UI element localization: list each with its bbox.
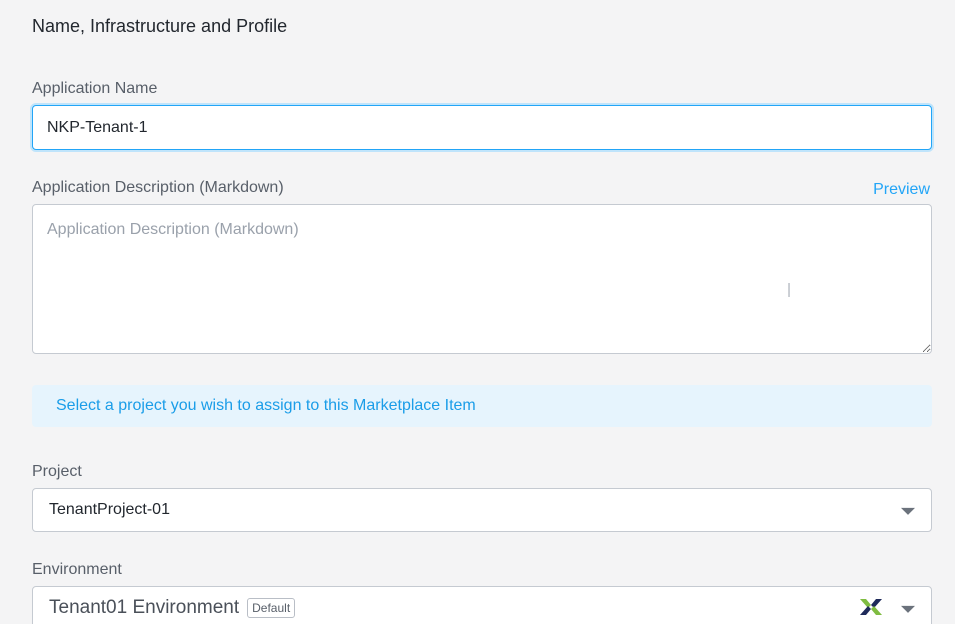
form-page: Name, Infrastructure and Profile Applica… (0, 0, 955, 624)
project-info-banner-text: Select a project you wish to assign to t… (56, 397, 476, 414)
preview-link[interactable]: Preview (873, 181, 930, 199)
chevron-down-icon (901, 605, 915, 613)
application-name-label: Application Name (32, 80, 158, 97)
application-description-textarea[interactable] (32, 204, 932, 354)
application-name-input[interactable] (32, 105, 932, 150)
environment-select[interactable]: Tenant01 Environment Default (32, 586, 932, 624)
environment-label: Environment (32, 561, 122, 578)
default-badge: Default (247, 598, 296, 618)
section-title: Name, Infrastructure and Profile (32, 16, 288, 36)
project-select-value: TenantProject-01 (49, 501, 170, 518)
application-description-label: Application Description (Markdown) (32, 179, 284, 196)
project-label: Project (32, 463, 82, 480)
chevron-down-icon (901, 507, 915, 515)
environment-select-value: Tenant01 Environment (49, 597, 240, 618)
project-select[interactable]: TenantProject-01 (32, 488, 932, 532)
nutanix-icon (860, 599, 882, 615)
project-info-banner: Select a project you wish to assign to t… (32, 385, 932, 427)
